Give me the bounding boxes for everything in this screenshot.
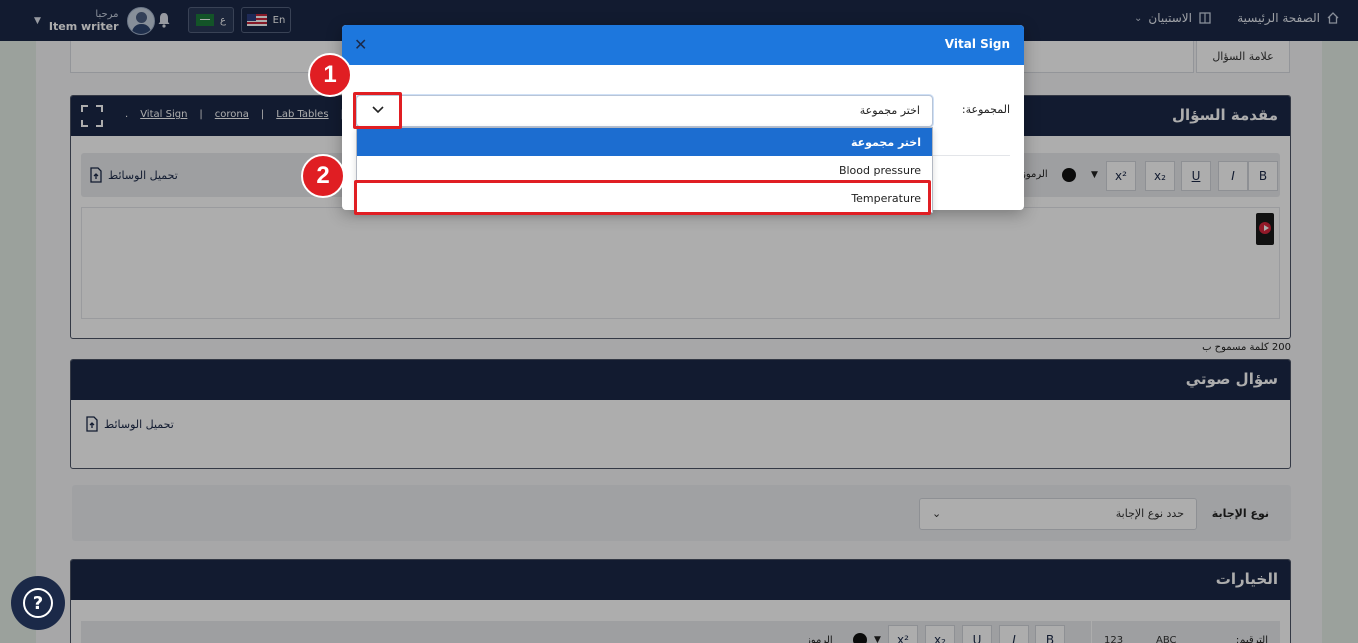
group-select[interactable]: اختر مجموعة (356, 95, 933, 127)
group-select-value: اختر مجموعة (859, 104, 920, 117)
highlight-box-dropdown-arrow (353, 92, 402, 129)
group-label: المجموعة: (961, 103, 1010, 116)
question-mark-icon: ? (23, 588, 53, 618)
group-option-default[interactable]: اختر مجموعة (357, 128, 932, 156)
close-icon[interactable]: ✕ (354, 35, 367, 54)
modal-header: ✕ Vital Sign (342, 25, 1024, 65)
annotation-badge-1: 1 (308, 53, 352, 97)
annotation-badge-2: 2 (301, 154, 345, 198)
help-button[interactable]: ? (11, 576, 65, 630)
highlight-box-temperature (354, 180, 931, 215)
modal-title: Vital Sign (944, 37, 1010, 51)
